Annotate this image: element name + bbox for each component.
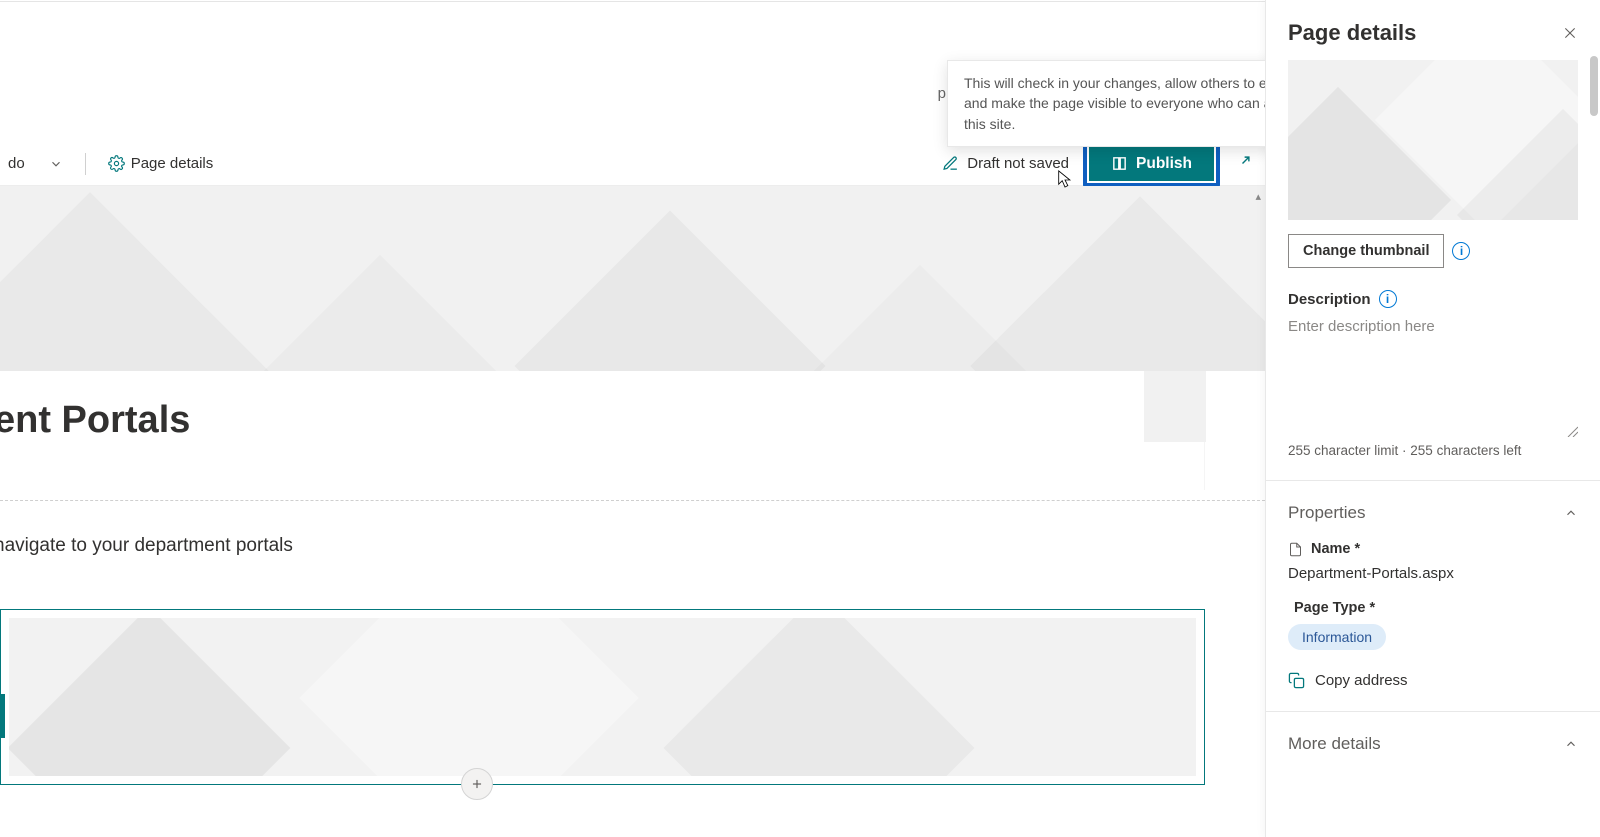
webpart-handle[interactable] bbox=[0, 694, 5, 738]
page-hero-banner: ▴ bbox=[0, 186, 1265, 371]
book-icon bbox=[1111, 155, 1128, 172]
description-input[interactable] bbox=[1288, 318, 1578, 424]
name-field: Name * Department-Portals.aspx bbox=[1288, 541, 1578, 582]
expand-icon[interactable] bbox=[1234, 155, 1251, 172]
file-icon bbox=[1288, 542, 1303, 557]
properties-section-header[interactable]: Properties bbox=[1288, 503, 1578, 523]
draft-status-label: Draft not saved bbox=[967, 155, 1069, 172]
page-title[interactable]: ent Portals bbox=[0, 371, 1204, 460]
mouse-cursor bbox=[1058, 170, 1072, 190]
chevron-down-icon bbox=[49, 157, 63, 171]
gear-icon bbox=[108, 155, 125, 172]
publish-button[interactable]: Publish bbox=[1089, 147, 1214, 181]
name-label: Name * bbox=[1311, 541, 1360, 557]
page-details-label: Page details bbox=[131, 155, 214, 172]
page-type-field: Page Type * Information bbox=[1288, 600, 1578, 650]
page-canvas: ent Portals navigate to your department … bbox=[0, 371, 1265, 837]
page-type-label: Page Type * bbox=[1294, 600, 1375, 616]
scroll-up-arrow[interactable]: ▴ bbox=[1255, 190, 1261, 203]
draft-status: Draft not saved bbox=[942, 155, 1069, 172]
panel-title: Page details bbox=[1288, 20, 1416, 46]
description-info-icon[interactable]: i bbox=[1379, 290, 1397, 308]
more-details-label: More details bbox=[1288, 734, 1381, 754]
undo-label: do bbox=[8, 155, 25, 172]
name-value[interactable]: Department-Portals.aspx bbox=[1288, 565, 1578, 582]
command-bar: do Page details Draft not saved bbox=[0, 142, 1265, 186]
page-details-command[interactable]: Page details bbox=[100, 149, 222, 178]
more-details-section-header[interactable]: More details bbox=[1288, 734, 1578, 754]
close-icon bbox=[1562, 25, 1578, 41]
close-panel-button[interactable] bbox=[1562, 25, 1578, 41]
copy-address-label: Copy address bbox=[1315, 672, 1408, 689]
publish-tooltip: This will check in your changes, allow o… bbox=[947, 60, 1265, 147]
thumbnail-info-icon[interactable]: i bbox=[1452, 242, 1470, 260]
copy-icon bbox=[1288, 672, 1305, 689]
webpart-preview bbox=[9, 618, 1196, 776]
chevron-up-icon bbox=[1564, 737, 1578, 751]
undo-button[interactable]: do bbox=[0, 149, 33, 178]
selected-webpart[interactable] bbox=[0, 609, 1205, 785]
textarea-resize-handle[interactable] bbox=[1288, 425, 1578, 437]
section-divider bbox=[0, 500, 1265, 501]
pencil-icon bbox=[942, 155, 959, 172]
description-label: Description i bbox=[1288, 290, 1578, 308]
page-details-panel: Page details Change thumbnail i Descript… bbox=[1265, 0, 1600, 837]
tooltip-text: This will check in your changes, allow o… bbox=[964, 75, 1265, 132]
char-limit-text: 255 character limit · 255 characters lef… bbox=[1288, 443, 1578, 458]
thumbnail-preview bbox=[1288, 60, 1578, 220]
publish-label: Publish bbox=[1136, 155, 1192, 173]
add-webpart-button[interactable] bbox=[461, 768, 493, 800]
undo-dropdown[interactable] bbox=[41, 151, 71, 177]
chevron-up-icon bbox=[1564, 506, 1578, 520]
panel-divider bbox=[1266, 711, 1600, 712]
panel-scrollbar[interactable] bbox=[1586, 56, 1598, 829]
properties-label: Properties bbox=[1288, 503, 1365, 523]
page-subtitle[interactable]: navigate to your department portals bbox=[0, 535, 1265, 557]
separator bbox=[85, 153, 86, 175]
panel-divider bbox=[1266, 480, 1600, 481]
plus-icon bbox=[470, 777, 484, 791]
page-type-value[interactable]: Information bbox=[1288, 624, 1386, 650]
p-fragment: p bbox=[938, 85, 946, 102]
copy-address-button[interactable]: Copy address bbox=[1288, 672, 1578, 689]
change-thumbnail-button[interactable]: Change thumbnail bbox=[1288, 234, 1444, 268]
publish-highlight: Publish bbox=[1083, 141, 1220, 187]
